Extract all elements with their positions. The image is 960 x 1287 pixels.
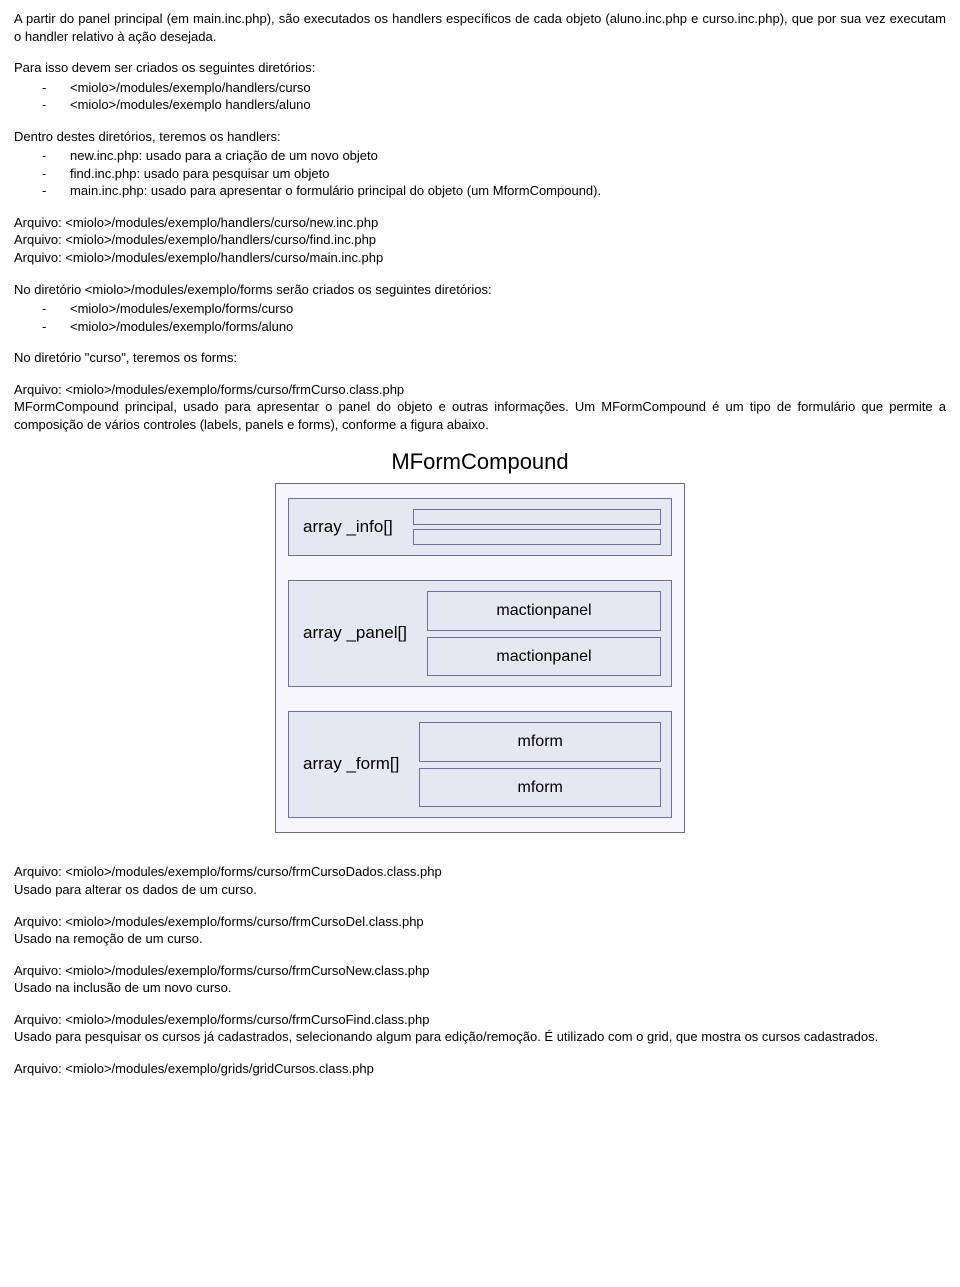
list-item: -find.inc.php: usado para pesquisar um o… (14, 165, 946, 183)
dirs-list: -<miolo>/modules/exemplo/handlers/curso … (14, 79, 946, 114)
file-line: Arquivo: <miolo>/modules/exemplo/forms/c… (14, 381, 946, 399)
paragraph-curso-forms: No diretório "curso", teremos os forms: (14, 349, 946, 367)
diagram-outer-box: array _info[] array _panel[] mactionpane… (275, 483, 685, 833)
list-item: -<miolo>/modules/exemplo handlers/aluno (14, 96, 946, 114)
list-item: -<miolo>/modules/exemplo/forms/curso (14, 300, 946, 318)
form-item: mform (419, 768, 661, 808)
frmcursonew-block: Arquivo: <miolo>/modules/exemplo/forms/c… (14, 962, 946, 997)
info-bar (413, 529, 661, 545)
list-item: -<miolo>/modules/exemplo/handlers/curso (14, 79, 946, 97)
file-line: Arquivo: <miolo>/modules/exemplo/handler… (14, 214, 946, 232)
forms-dirs-list: -<miolo>/modules/exemplo/forms/curso -<m… (14, 300, 946, 335)
file-line: Arquivo: <miolo>/modules/exemplo/forms/c… (14, 863, 946, 881)
file-line: Arquivo: <miolo>/modules/exemplo/forms/c… (14, 1011, 946, 1029)
list-item: -main.inc.php: usado para apresentar o f… (14, 182, 946, 200)
info-bar (413, 509, 661, 525)
mformcompound-diagram: MFormCompound array _info[] array _panel… (275, 447, 685, 833)
frmcurso-block: Arquivo: <miolo>/modules/exemplo/forms/c… (14, 381, 946, 434)
paragraph-intro: A partir do panel principal (em main.inc… (14, 10, 946, 45)
file-line: Arquivo: <miolo>/modules/exemplo/handler… (14, 231, 946, 249)
form-label: array _form[] (299, 753, 399, 776)
file-desc: Usado para alterar os dados de um curso. (14, 881, 946, 899)
panel-item: mactionpanel (427, 637, 661, 677)
info-label: array _info[] (299, 516, 393, 539)
diagram-info-section: array _info[] (288, 498, 672, 556)
panel-item: mactionpanel (427, 591, 661, 631)
file-desc: Usado na remoção de um curso. (14, 930, 946, 948)
diagram-title: MFormCompound (275, 447, 685, 477)
paragraph-forms-dirs: No diretório <miolo>/modules/exemplo/for… (14, 281, 946, 336)
diagram-form-section: array _form[] mform mform (288, 711, 672, 818)
diagram-panel-section: array _panel[] mactionpanel mactionpanel (288, 580, 672, 687)
file-line: Arquivo: <miolo>/modules/exemplo/forms/c… (14, 913, 946, 931)
form-item: mform (419, 722, 661, 762)
file-line: Arquivo: <miolo>/modules/exemplo/handler… (14, 249, 946, 267)
list-item: -new.inc.php: usado para a criação de um… (14, 147, 946, 165)
gridcursos-line: Arquivo: <miolo>/modules/exemplo/grids/g… (14, 1060, 946, 1078)
file-desc: Usado para pesquisar os cursos já cadast… (14, 1028, 946, 1046)
panel-label: array _panel[] (299, 622, 407, 645)
dirs-intro: Para isso devem ser criados os seguintes… (14, 59, 946, 77)
frmcursodel-block: Arquivo: <miolo>/modules/exemplo/forms/c… (14, 913, 946, 948)
paragraph-handlers: Dentro destes diretórios, teremos os han… (14, 128, 946, 200)
file-line: Arquivo: <miolo>/modules/exemplo/forms/c… (14, 962, 946, 980)
paragraph-dirs: Para isso devem ser criados os seguintes… (14, 59, 946, 114)
frmcursodados-block: Arquivo: <miolo>/modules/exemplo/forms/c… (14, 863, 946, 898)
file-desc: Usado na inclusão de um novo curso. (14, 979, 946, 997)
handlers-list: -new.inc.php: usado para a criação de um… (14, 147, 946, 200)
frmcurso-desc: MFormCompound principal, usado para apre… (14, 398, 946, 433)
file-block-handlers: Arquivo: <miolo>/modules/exemplo/handler… (14, 214, 946, 267)
diagram-wrapper: MFormCompound array _info[] array _panel… (14, 447, 946, 833)
list-item: -<miolo>/modules/exemplo/forms/aluno (14, 318, 946, 336)
frmcursofind-block: Arquivo: <miolo>/modules/exemplo/forms/c… (14, 1011, 946, 1046)
handlers-intro: Dentro destes diretórios, teremos os han… (14, 128, 946, 146)
forms-dirs-intro: No diretório <miolo>/modules/exemplo/for… (14, 281, 946, 299)
